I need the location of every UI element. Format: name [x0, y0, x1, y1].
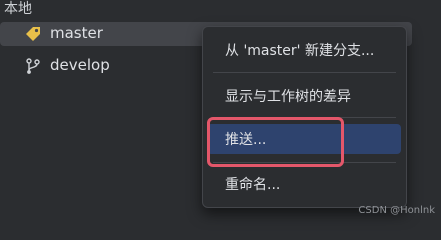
- menu-item-new-branch[interactable]: 从 'master' 新建分支...: [207, 35, 401, 65]
- section-label: 本地: [4, 1, 32, 17]
- menu-item-push[interactable]: 推送...: [207, 124, 401, 154]
- git-branch-icon: [24, 57, 42, 75]
- menu-separator: [213, 117, 396, 118]
- tag-icon: [24, 25, 42, 43]
- branch-item-develop[interactable]: develop: [0, 54, 200, 78]
- menu-item-compare-with-working-tree[interactable]: 显示与工作树的差异: [207, 81, 401, 111]
- watermark: CSDN @Honlnk: [358, 205, 435, 216]
- menu-separator: [213, 72, 396, 73]
- menu-separator: [213, 162, 396, 163]
- branch-label: develop: [50, 56, 110, 74]
- context-menu: 从 'master' 新建分支... 显示与工作树的差异 推送... 重命名..…: [202, 26, 407, 208]
- branch-label: master: [50, 24, 103, 42]
- menu-item-rename[interactable]: 重命名...: [207, 169, 401, 199]
